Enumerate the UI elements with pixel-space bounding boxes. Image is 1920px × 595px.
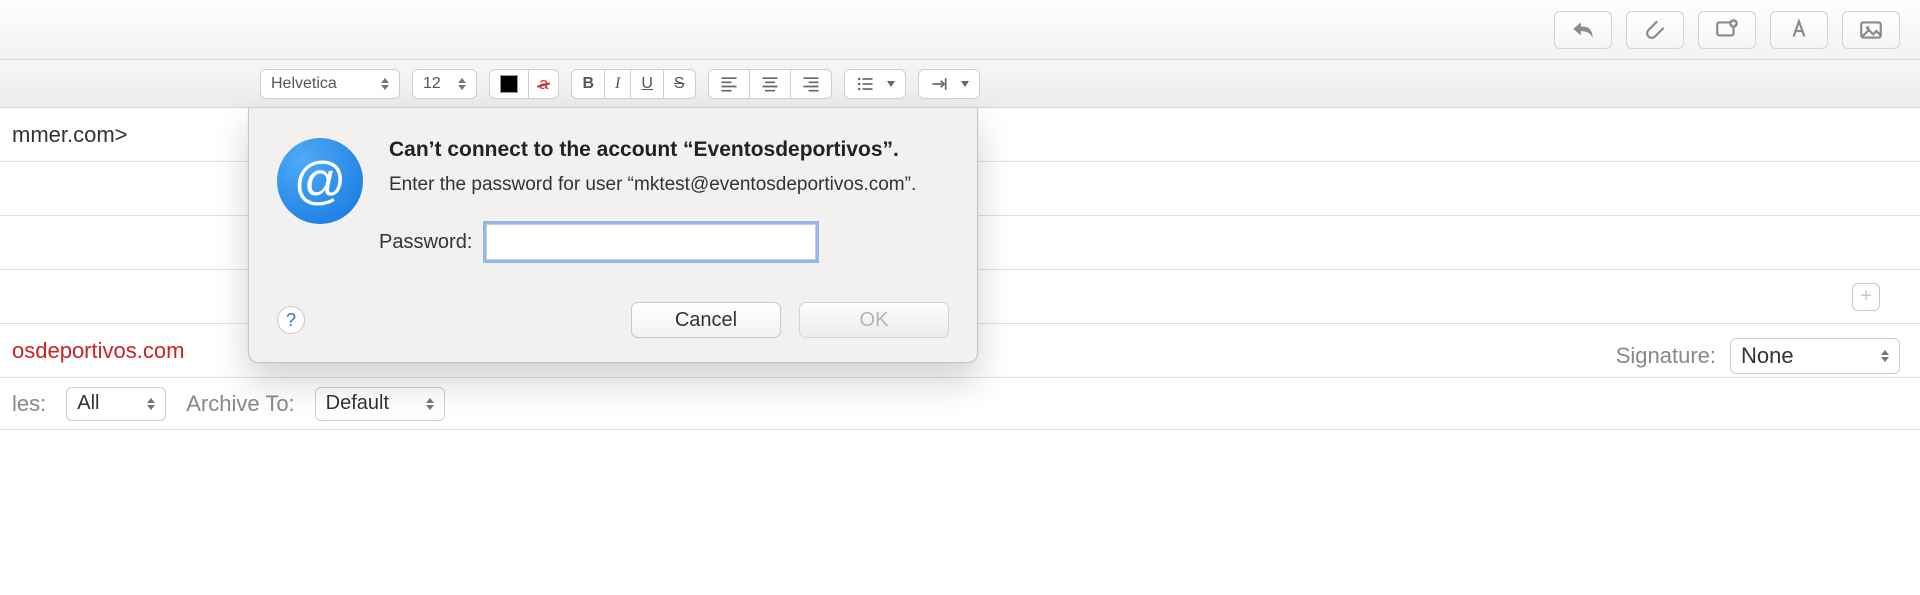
reply-button[interactable] [1554, 11, 1612, 49]
indent-dropdown[interactable] [918, 69, 980, 99]
photo-add-icon [1714, 17, 1740, 43]
align-center-icon [760, 74, 780, 94]
font-family-value: Helvetica [271, 75, 337, 93]
font-size-value: 12 [423, 75, 441, 93]
stepper-icon [458, 78, 466, 90]
font-size-dropdown[interactable]: 12 [412, 69, 477, 99]
clear-style-button[interactable]: a [529, 69, 559, 99]
format-button[interactable] [1770, 11, 1828, 49]
text-color-button[interactable] [489, 69, 529, 99]
rules-value: All [77, 392, 99, 415]
chevron-down-icon [887, 81, 895, 87]
dialog-title: Can’t connect to the account “Eventosdep… [389, 138, 949, 162]
bullet-list-icon [855, 74, 875, 94]
stepper-icon [426, 398, 434, 410]
strikethrough-button[interactable]: S [664, 69, 696, 99]
paperclip-icon [1642, 17, 1668, 43]
font-family-dropdown[interactable]: Helvetica [260, 69, 400, 99]
align-left-icon [719, 74, 739, 94]
mail-account-icon: @ [277, 138, 363, 224]
indent-icon [929, 74, 949, 94]
stepper-icon [1881, 350, 1889, 362]
signature-value: None [1741, 343, 1794, 369]
stepper-icon [147, 398, 155, 410]
archive-value: Default [326, 392, 389, 415]
reply-icon [1570, 17, 1596, 43]
cancel-button[interactable]: Cancel [631, 302, 781, 338]
from-value-fragment: osdeportivos.com [12, 338, 184, 364]
bold-button[interactable]: B [571, 69, 605, 99]
rules-label: les: [12, 391, 46, 417]
stepper-icon [381, 78, 389, 90]
password-input[interactable] [486, 224, 816, 260]
list-dropdown[interactable] [844, 69, 906, 99]
signature-label: Signature: [1616, 343, 1716, 369]
window-titlebar [0, 0, 1920, 60]
align-right-icon [801, 74, 821, 94]
insert-image-button[interactable] [1842, 11, 1900, 49]
add-field-button[interactable]: + [1852, 283, 1880, 311]
dialog-subtitle: Enter the password for user “mktest@even… [389, 174, 949, 196]
clear-style-icon: a [539, 74, 548, 94]
signature-block: Signature: None [1616, 338, 1900, 374]
password-dialog: @ Can’t connect to the account “Eventosd… [248, 108, 978, 363]
help-icon: ? [286, 310, 296, 331]
chevron-down-icon [961, 81, 969, 87]
underline-button[interactable]: U [631, 69, 664, 99]
align-center-button[interactable] [750, 69, 791, 99]
align-left-button[interactable] [708, 69, 750, 99]
italic-button[interactable]: I [605, 69, 631, 99]
help-button[interactable]: ? [277, 306, 305, 334]
media-button[interactable] [1698, 11, 1756, 49]
archive-dropdown[interactable]: Default [315, 387, 445, 421]
image-icon [1858, 17, 1884, 43]
format-text-icon [1786, 17, 1812, 43]
signature-dropdown[interactable]: None [1730, 338, 1900, 374]
ok-button[interactable]: OK [799, 302, 949, 338]
options-row: les: All Archive To: Default [0, 378, 1920, 430]
ok-label: OK [860, 309, 889, 332]
align-right-button[interactable] [791, 69, 832, 99]
color-swatch-icon [500, 75, 518, 93]
attach-button[interactable] [1626, 11, 1684, 49]
cancel-label: Cancel [675, 309, 737, 332]
password-label: Password: [379, 231, 472, 254]
archive-label: Archive To: [186, 391, 294, 417]
rules-dropdown[interactable]: All [66, 387, 166, 421]
format-toolbar: Helvetica 12 a B I U S [0, 60, 1920, 108]
to-value-fragment: mmer.com> [12, 122, 128, 148]
